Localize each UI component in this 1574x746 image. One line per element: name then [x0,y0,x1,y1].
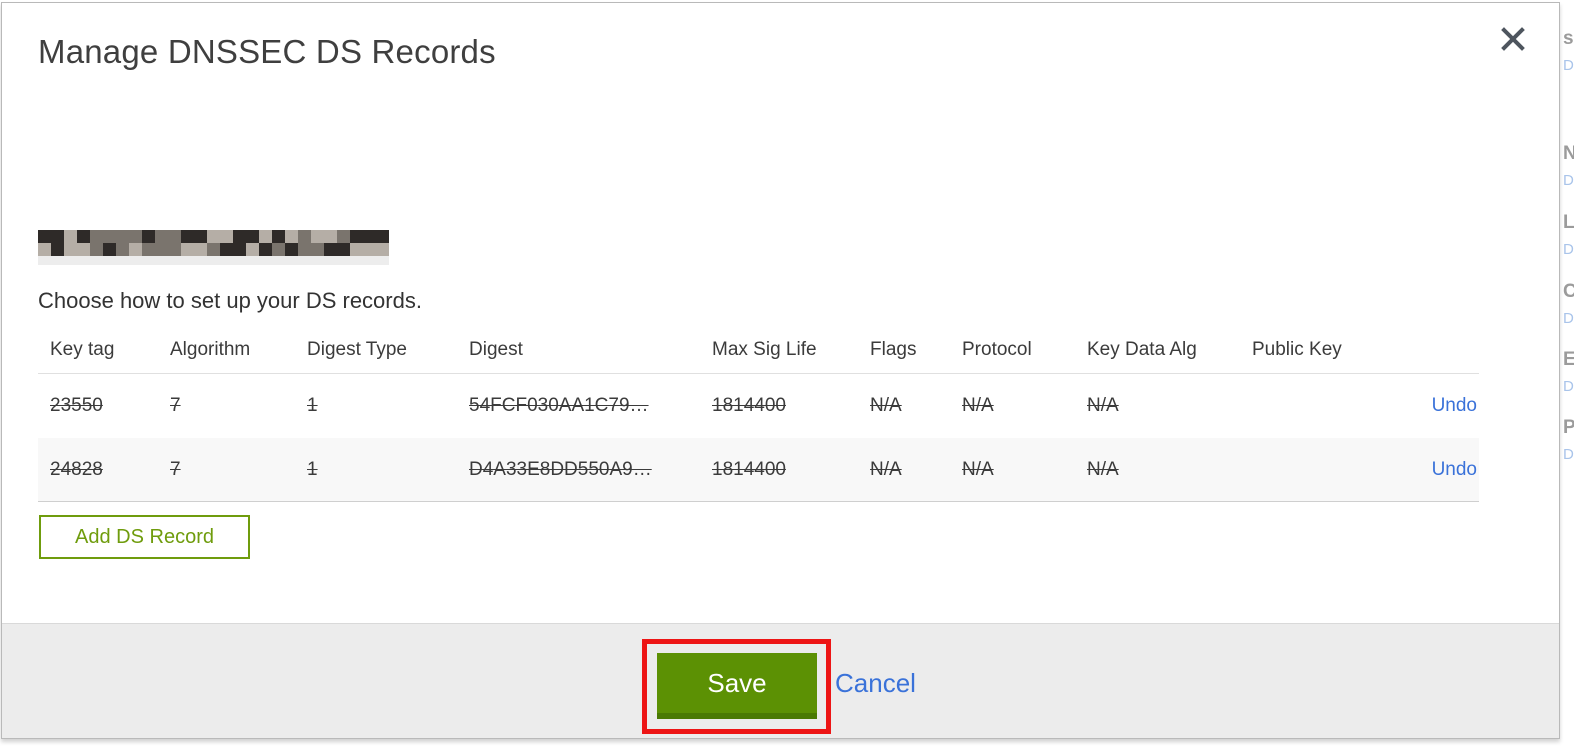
save-button[interactable]: Save [657,653,817,719]
background-text-fragment: L [1563,212,1574,233]
cell-algorithm: 7 [170,458,181,480]
cell-digest-type: 1 [307,458,318,480]
cell-flags: N/A [870,458,902,480]
cell-digest-type: 1 [307,395,318,416]
background-text-fragment: D [1563,378,1574,395]
column-header: Key tag [50,339,115,360]
action-cell: Undo [1415,459,1477,481]
action-cell: Undo [1415,395,1477,417]
cell-algorithm: 7 [170,395,181,416]
ds-records-table: Key tag Algorithm Digest Type Digest Max Sig… [38,327,1479,502]
background-text-fragment: D [1563,446,1574,463]
cell-max-sig-life: 1814400 [712,395,786,416]
background-text-fragment: D [1563,310,1574,327]
column-header: Max Sig Life [712,339,817,360]
undo-link[interactable]: Undo [1432,395,1477,416]
page-title: Manage DNSSEC DS Records [38,33,496,70]
background-text-fragment: D [1563,241,1574,258]
table-row: 23550 7 1 54FCF030AA1C79… 1814400 N/A N/A N/A Un… [38,374,1479,438]
background-text-fragment: D [1563,172,1574,189]
cell-key-tag: 23550 [50,395,103,416]
background-text-fragment: N [1563,143,1574,164]
column-header: Digest Type [307,339,407,360]
table-row: 24828 7 1 D4A33E8DD550A9… 1814400 N/A N/A N/A Un… [38,438,1479,502]
column-header: Protocol [962,339,1032,360]
cell-protocol: N/A [962,458,994,480]
close-button[interactable] [1499,26,1527,57]
background-text-fragment: s [1563,28,1574,49]
cell-key-data-alg: N/A [1087,458,1119,480]
modal-footer: Save Cancel [2,623,1559,738]
cell-protocol: N/A [962,395,994,416]
manage-dnssec-modal: Manage DNSSEC DS Records Choose how to s… [1,2,1560,739]
undo-link[interactable]: Undo [1432,459,1477,480]
cell-max-sig-life: 1814400 [712,458,786,480]
table-body: 23550 7 1 54FCF030AA1C79… 1814400 N/A N/A N/A Un… [38,374,1479,502]
cell-flags: N/A [870,395,902,416]
redacted-domain-name [38,230,389,267]
background-text-fragment: C [1563,281,1574,302]
table-header-row: Key tag Algorithm Digest Type Digest Max Sig… [38,327,1479,374]
column-header: Flags [870,339,917,360]
setup-instruction-text: Choose how to set up your DS records. [38,288,422,313]
background-text-fragment: P [1563,417,1574,438]
cell-digest: D4A33E8DD550A9… [469,458,652,480]
background-text-fragment: E [1563,349,1574,370]
cell-digest: 54FCF030AA1C79… [469,395,649,416]
column-header: Algorithm [170,339,251,360]
cell-key-data-alg: N/A [1087,395,1119,416]
column-header: Digest [469,339,523,360]
background-text-fragment: D [1563,57,1574,74]
close-icon [1500,26,1526,57]
cell-key-tag: 24828 [50,458,103,480]
column-header: Public Key [1252,339,1342,360]
cancel-link[interactable]: Cancel [835,668,916,699]
add-ds-record-button[interactable]: Add DS Record [39,515,250,559]
column-header: Key Data Alg [1087,339,1197,360]
